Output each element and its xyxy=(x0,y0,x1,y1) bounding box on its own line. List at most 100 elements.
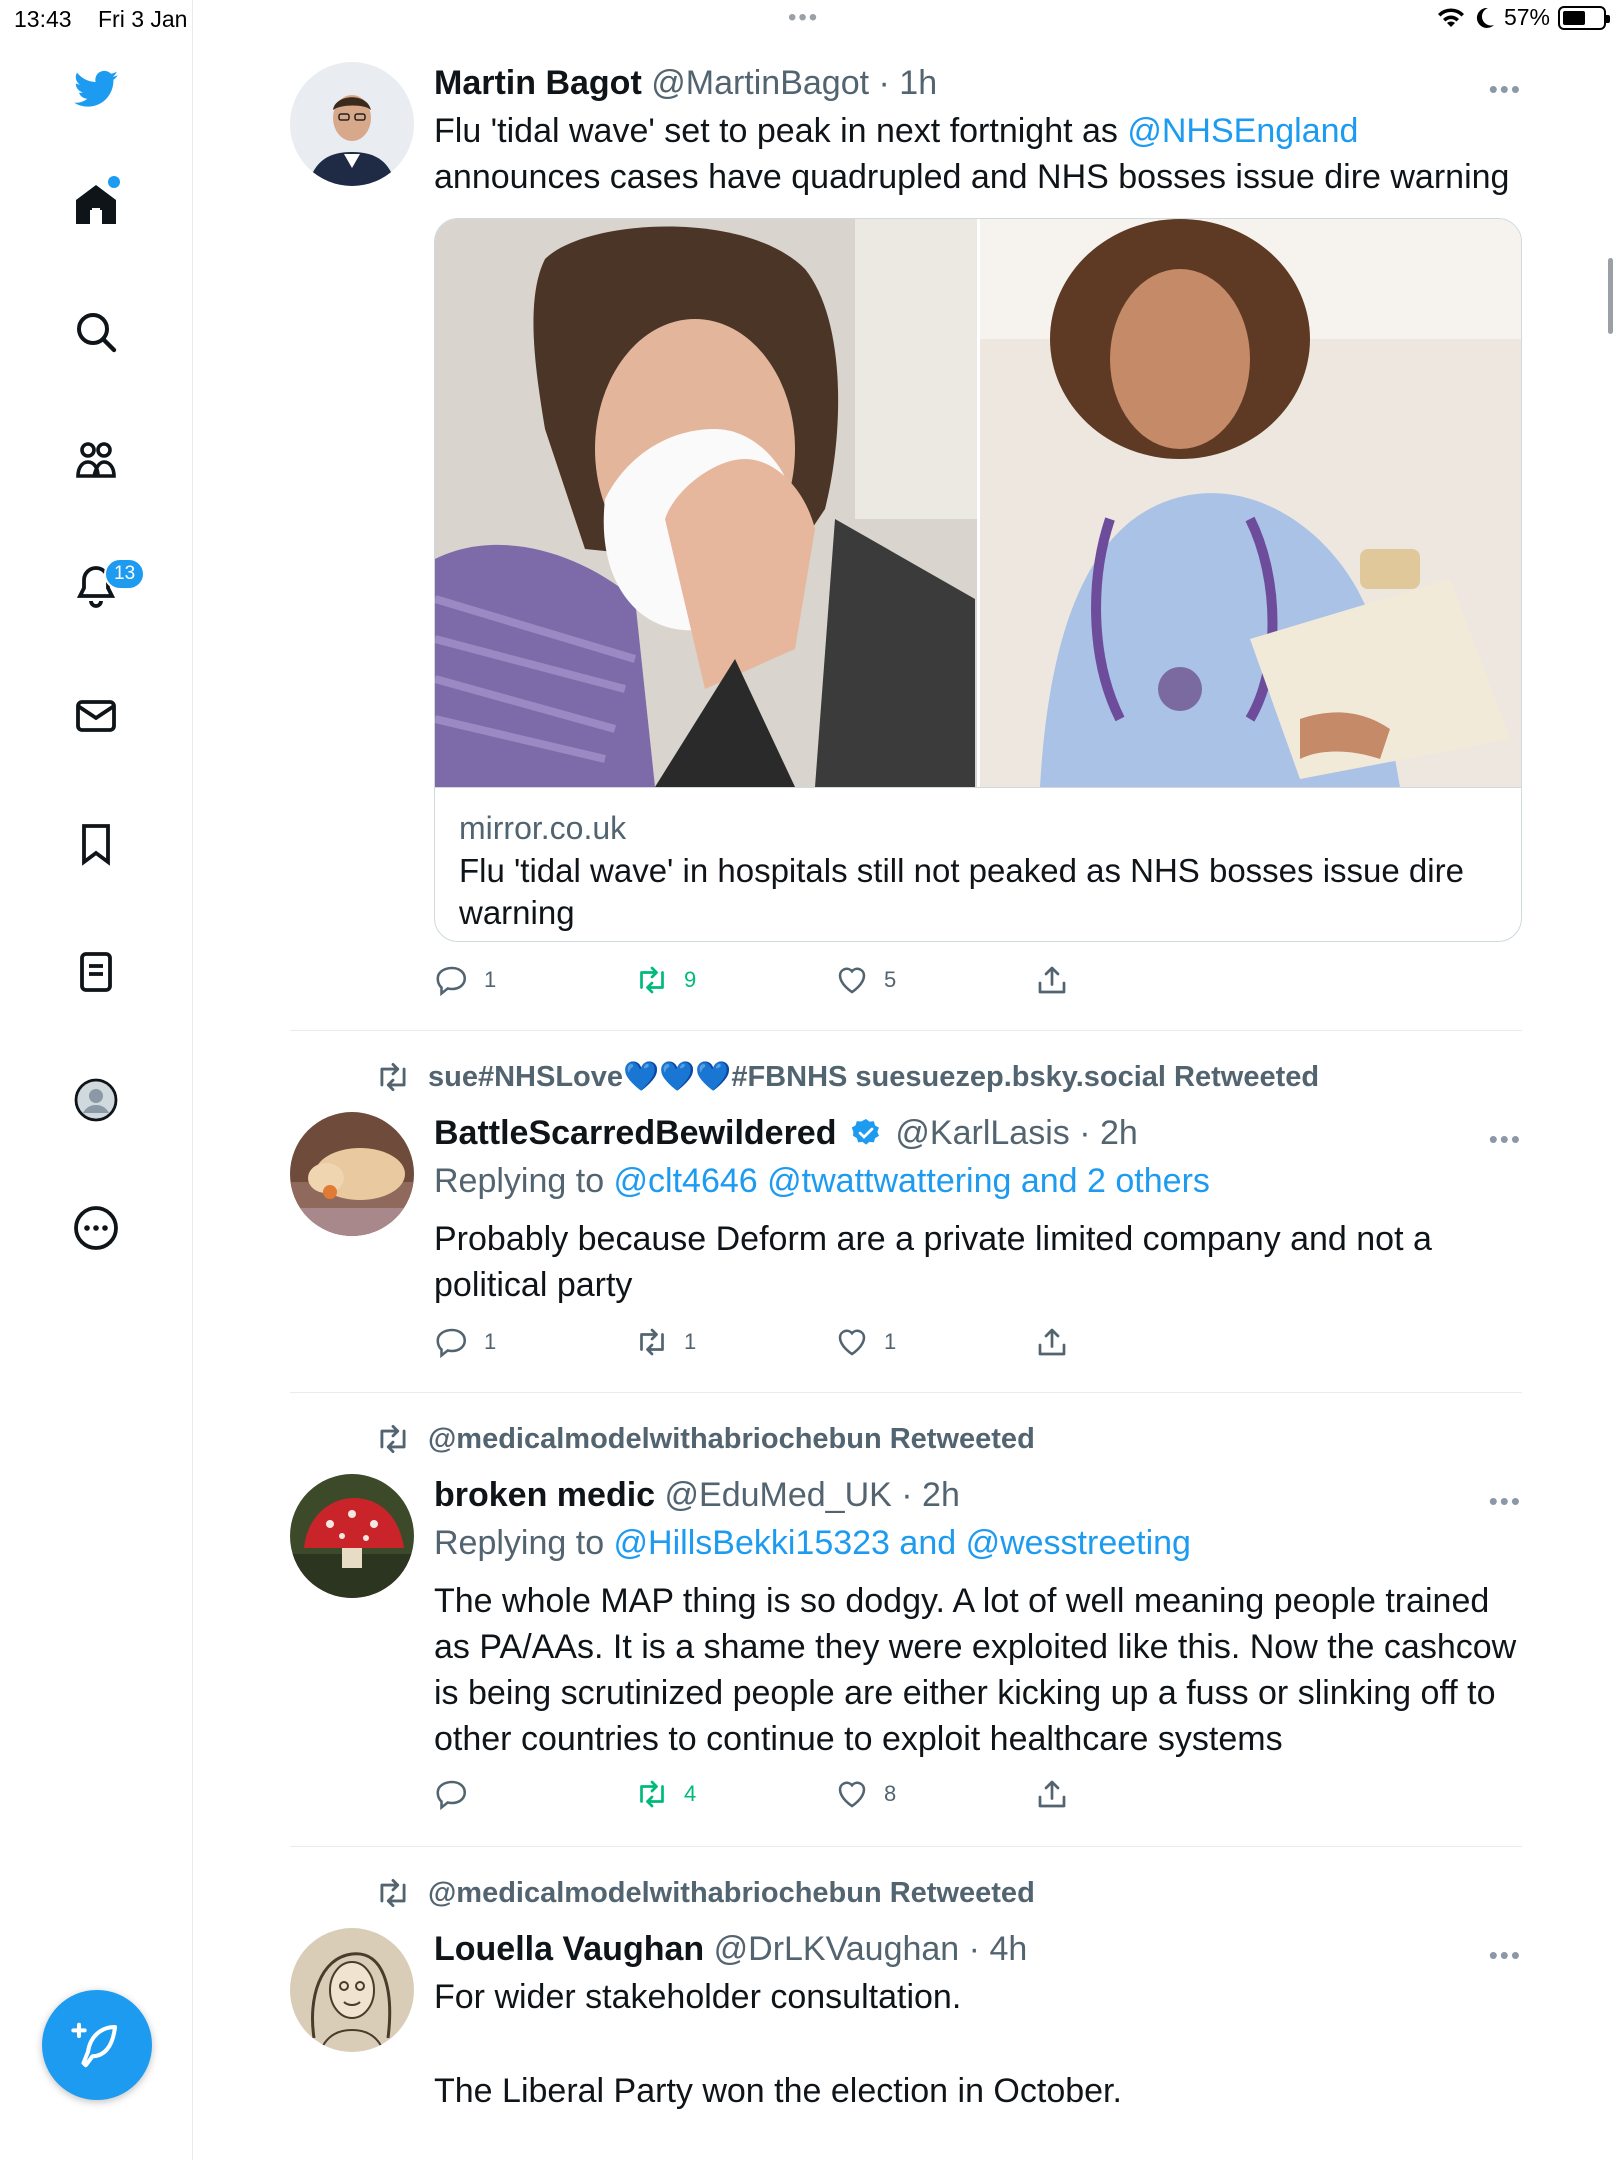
reply-button[interactable] xyxy=(434,1776,484,1812)
communities-icon xyxy=(76,442,116,478)
retweet-button[interactable]: 9 xyxy=(634,962,696,998)
battery-icon xyxy=(1558,5,1610,30)
share-icon xyxy=(1038,966,1066,994)
avatar[interactable] xyxy=(290,62,414,186)
reply-button[interactable]: 1 xyxy=(434,962,496,998)
tweet-actions: 4 8 xyxy=(434,1776,1134,1816)
author-handle[interactable]: @DrLKVaughan xyxy=(714,1930,960,1968)
card-image-left xyxy=(435,219,977,787)
replying-to-mentions[interactable]: @clt4646 @twattwattering and 2 others xyxy=(614,1162,1210,1200)
retweet-icon xyxy=(380,1878,406,1908)
twitter-logo-icon[interactable] xyxy=(60,54,132,126)
nav-notifications[interactable]: 13 xyxy=(60,550,146,622)
avatar[interactable] xyxy=(290,1112,414,1236)
retweeted-by-line[interactable]: sue#NHSLove 💙💙💙 #FBNHS suesuezep.bsky.soci… xyxy=(374,1058,1319,1096)
tweet-more-icon[interactable]: ••• xyxy=(1489,74,1522,105)
reply-icon xyxy=(436,1328,467,1359)
reply-button[interactable]: 1 xyxy=(434,1324,496,1360)
tweet-more-icon[interactable]: ••• xyxy=(1489,1486,1522,1517)
lists-icon xyxy=(80,952,112,992)
tweet-divider xyxy=(290,1392,1522,1393)
nav-home[interactable] xyxy=(60,168,132,240)
retweet-count: 4 xyxy=(684,1781,697,1806)
tweet-more-icon[interactable]: ••• xyxy=(1489,1940,1522,1971)
retweet-count: 1 xyxy=(684,1329,697,1354)
status-bar: 13:43 Fri 3 Jan ••• 57% xyxy=(0,0,1620,40)
like-count: 1 xyxy=(884,1329,897,1354)
multitasking-dots-icon[interactable]: ••• xyxy=(788,4,819,32)
share-button[interactable] xyxy=(1034,962,1084,998)
avatar[interactable] xyxy=(290,1928,414,2052)
share-button[interactable] xyxy=(1034,1324,1084,1360)
replying-prefix: Replying to xyxy=(434,1524,614,1562)
verified-badge-icon xyxy=(851,1119,879,1145)
tweet-divider xyxy=(290,1030,1522,1031)
retweet-count: 9 xyxy=(684,967,697,992)
tweet-time[interactable]: · 2h xyxy=(1079,1114,1138,1152)
tweet-text: Flu 'tidal wave' set to peak in next for… xyxy=(434,108,1522,200)
retweeted-by-suffix: #FBNHS suesuezep.bsky.social Retweeted xyxy=(731,1060,1320,1093)
tweet-header: Martin Bagot @MartinBagot · 1h xyxy=(434,62,1522,104)
nav-search[interactable] xyxy=(60,296,132,368)
scrollbar-thumb[interactable] xyxy=(1608,258,1613,334)
link-card[interactable]: mirror.co.uk Flu 'tidal wave' in hospita… xyxy=(434,218,1522,942)
retweet-button[interactable]: 4 xyxy=(634,1776,696,1812)
like-count: 5 xyxy=(884,967,897,992)
avatar[interactable] xyxy=(290,1474,414,1598)
tweet-header: Louella Vaughan @DrLKVaughan · 4h xyxy=(434,1928,1522,1970)
author-handle[interactable]: @EduMed_UK xyxy=(665,1476,892,1514)
retweeted-by-line[interactable]: @medicalmodelwithabriochebun Retweeted xyxy=(374,1420,1035,1458)
retweeted-by-line[interactable]: @medicalmodelwithabriochebun Retweeted xyxy=(374,1874,1035,1912)
new-content-dot xyxy=(108,176,120,188)
like-button[interactable]: 1 xyxy=(834,1324,896,1360)
bookmark-icon xyxy=(82,824,110,866)
tweet-time[interactable]: · 1h xyxy=(879,64,938,102)
nav-lists[interactable] xyxy=(60,936,132,1008)
profile-icon xyxy=(74,1078,118,1122)
tweet-actions: 1 9 5 xyxy=(434,962,1134,1002)
reply-count: 1 xyxy=(484,967,497,992)
avatar-sketch-portrait xyxy=(290,1928,414,2052)
battery-level xyxy=(1563,10,1585,25)
share-icon xyxy=(1038,1328,1066,1356)
tweet-text-part: announces cases have quadrupled and NHS … xyxy=(434,158,1510,196)
author-name[interactable]: Martin Bagot xyxy=(434,64,642,102)
author-name[interactable]: Louella Vaughan xyxy=(434,1930,704,1968)
tweet-actions: 1 1 1 xyxy=(434,1324,1134,1364)
tweet-time[interactable]: · 4h xyxy=(969,1930,1028,1968)
tweet-time[interactable]: · 2h xyxy=(901,1476,960,1514)
retweet-icon xyxy=(640,1328,664,1356)
retweeted-by-name: sue#NHSLove xyxy=(428,1060,624,1093)
retweet-button[interactable]: 1 xyxy=(634,1324,696,1360)
like-button[interactable]: 8 xyxy=(834,1776,896,1812)
compose-tweet-button[interactable] xyxy=(42,1990,152,2100)
tweet-more-icon[interactable]: ••• xyxy=(1489,1124,1522,1155)
author-name[interactable]: broken medic xyxy=(434,1476,655,1514)
tweet-text-line: For wider stakeholder consultation. xyxy=(434,1978,962,2016)
avatar-sleeping-dog xyxy=(290,1112,414,1236)
nav-more[interactable] xyxy=(60,1192,132,1264)
nav-communities[interactable] xyxy=(60,424,132,496)
wifi-icon xyxy=(1437,7,1464,27)
like-button[interactable]: 5 xyxy=(834,962,896,998)
nav-profile[interactable] xyxy=(60,1064,132,1136)
author-handle[interactable]: @KarlLasis xyxy=(895,1114,1069,1152)
heart-icon xyxy=(838,1329,866,1356)
card-title: Flu 'tidal wave' in hospitals still not … xyxy=(459,852,1464,931)
like-count: 8 xyxy=(884,1781,897,1806)
share-icon xyxy=(1038,1780,1066,1808)
heart-icon xyxy=(838,1781,866,1808)
author-name[interactable]: BattleScarredBewildered xyxy=(434,1114,837,1152)
share-button[interactable] xyxy=(1034,1776,1084,1812)
nav-bookmarks[interactable] xyxy=(60,808,132,880)
nav-messages[interactable] xyxy=(60,680,132,752)
replying-to-mentions[interactable]: @HillsBekki15323 and @wesstreeting xyxy=(614,1524,1191,1562)
battery-percent: 57% xyxy=(1503,4,1550,30)
author-handle[interactable]: @MartinBagot xyxy=(651,64,869,102)
mail-icon xyxy=(76,700,116,732)
retweeted-by-text: @medicalmodelwithabriochebun Retweeted xyxy=(428,1422,1035,1455)
card-domain: mirror.co.uk xyxy=(459,810,627,846)
mention-link[interactable]: @NHSEngland xyxy=(1127,112,1358,150)
battery-tip xyxy=(1606,14,1610,23)
card-image-right xyxy=(980,219,1521,787)
